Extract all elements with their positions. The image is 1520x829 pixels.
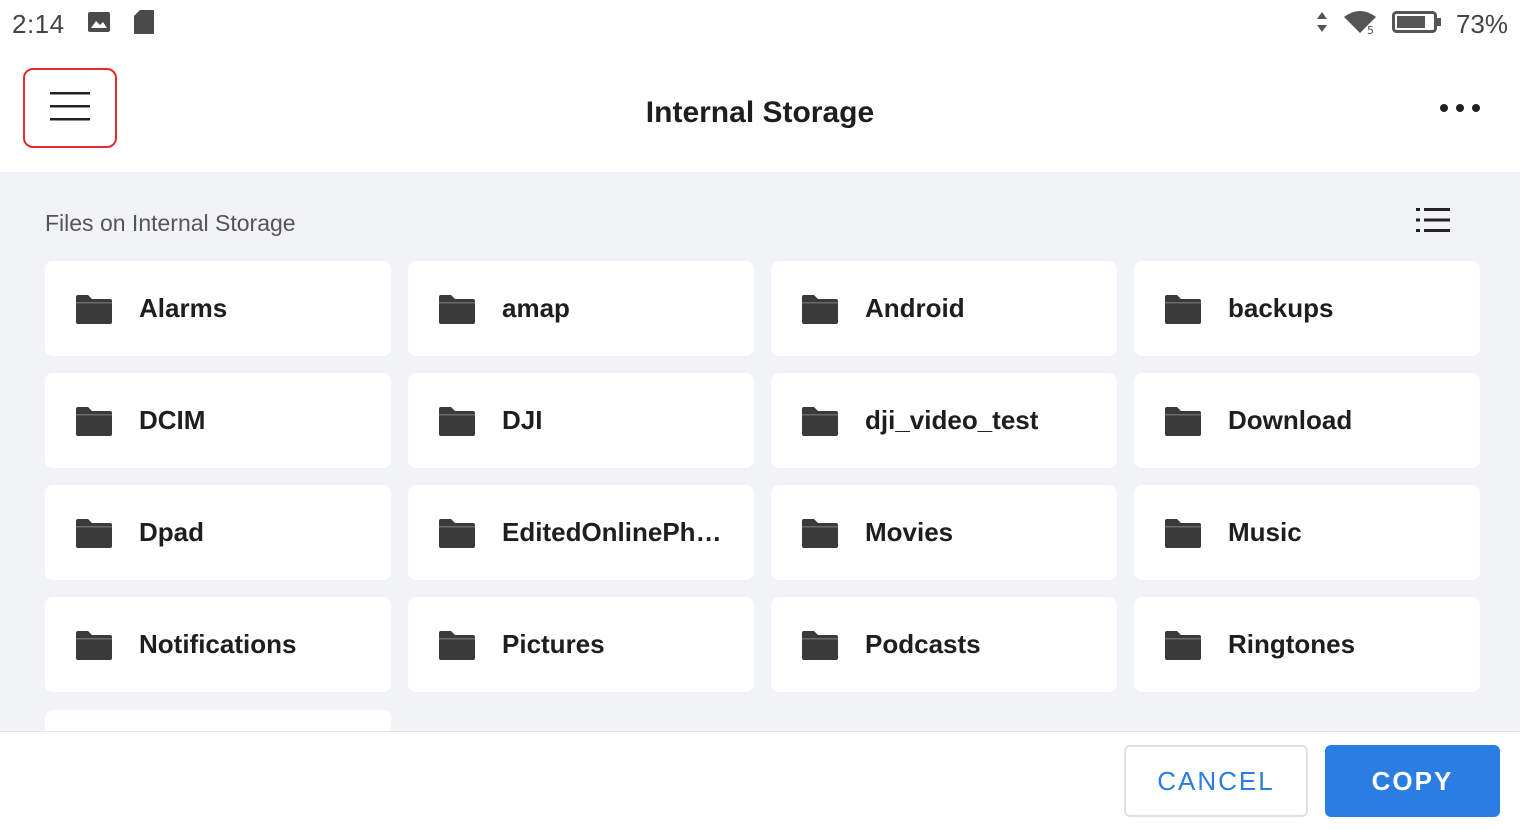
folder-tile[interactable]: Music [1134, 485, 1480, 580]
cancel-button[interactable]: CANCEL [1124, 745, 1308, 817]
folder-tile[interactable]: Pictures [408, 597, 754, 692]
folder-tile[interactable]: DJI [408, 373, 754, 468]
folder-icon [75, 405, 113, 437]
folder-name: Notifications [139, 629, 297, 659]
folder-tile[interactable]: Movies [771, 485, 1117, 580]
folder-tile[interactable]: Alarms [45, 261, 391, 356]
folder-tile[interactable]: Podcasts [771, 597, 1117, 692]
folder-icon [438, 293, 476, 325]
folder-name: EditedOnlinePh… [502, 517, 722, 547]
view-toggle-button[interactable] [1410, 202, 1456, 242]
folder-tile[interactable]: Notifications [45, 597, 391, 692]
folder-tile[interactable]: backups [1134, 261, 1480, 356]
status-left: 2:14 [12, 9, 155, 40]
folder-icon [801, 405, 839, 437]
folder-name: Ringtones [1228, 629, 1356, 659]
folder-tile[interactable]: EditedOnlinePh… [408, 485, 754, 580]
list-view-icon [1415, 206, 1451, 239]
folder-icon [438, 629, 476, 661]
file-picker-screen: 2:14 5 73% Internal Storage Files on Int… [0, 0, 1520, 829]
folder-name: Movies [865, 517, 954, 547]
folder-name: backups [1228, 293, 1334, 323]
status-bar: 2:14 5 73% [0, 0, 1520, 48]
folder-tile[interactable]: Android [771, 261, 1117, 356]
folder-icon [1164, 293, 1202, 325]
folder-name: DCIM [139, 405, 206, 435]
folder-name: Podcasts [865, 629, 981, 659]
folder-icon [1164, 629, 1202, 661]
battery-percent: 73% [1455, 8, 1508, 39]
app-bar: Internal Storage [0, 48, 1520, 172]
folder-name: Music [1228, 517, 1302, 547]
folder-icon [75, 629, 113, 661]
folder-tile[interactable]: Download [1134, 373, 1480, 468]
folder-tile[interactable]: DCIM [45, 373, 391, 468]
folder-icon [75, 517, 113, 549]
folder-icon [801, 293, 839, 325]
folder-name: Alarms [139, 293, 228, 323]
folder-tile[interactable]: dji_video_test [771, 373, 1117, 468]
battery-icon [1391, 10, 1442, 39]
folder-name: dji_video_test [865, 405, 1039, 435]
folder-icon [75, 293, 113, 325]
folder-name: Dpad [139, 517, 204, 547]
folder-tile[interactable]: amap [408, 261, 754, 356]
folder-tile[interactable]: Ringtones [1134, 597, 1480, 692]
sd-card-icon [133, 9, 155, 40]
page-title: Internal Storage [645, 96, 875, 129]
action-bar: CANCEL COPY [0, 731, 1520, 829]
file-browser: Files on Internal Storage Alarms amap An… [0, 172, 1520, 732]
more-options-button[interactable] [1428, 88, 1492, 132]
folder-icon [438, 405, 476, 437]
folder-name: amap [502, 293, 570, 323]
data-arrows-icon [1316, 11, 1328, 38]
status-right: 5 73% [1316, 9, 1508, 40]
folder-grid: Alarms amap Android backups DCIM DJI dji… [45, 261, 1480, 692]
folder-icon [1164, 405, 1202, 437]
svg-text:5: 5 [1367, 24, 1374, 35]
section-header: Files on Internal Storage [45, 210, 296, 236]
folder-icon [1164, 517, 1202, 549]
status-time: 2:14 [12, 8, 65, 39]
folder-name: Android [865, 293, 965, 323]
folder-tile-partial[interactable] [45, 710, 391, 732]
wifi-icon: 5 [1342, 9, 1378, 40]
folder-name: Download [1228, 405, 1353, 435]
folder-icon [438, 517, 476, 549]
folder-name: Pictures [502, 629, 605, 659]
more-dots-icon [1438, 101, 1482, 119]
folder-name: DJI [502, 405, 543, 435]
folder-tile[interactable]: Dpad [45, 485, 391, 580]
folder-icon [801, 517, 839, 549]
image-icon [87, 11, 111, 38]
folder-icon [801, 629, 839, 661]
copy-button[interactable]: COPY [1325, 745, 1500, 817]
